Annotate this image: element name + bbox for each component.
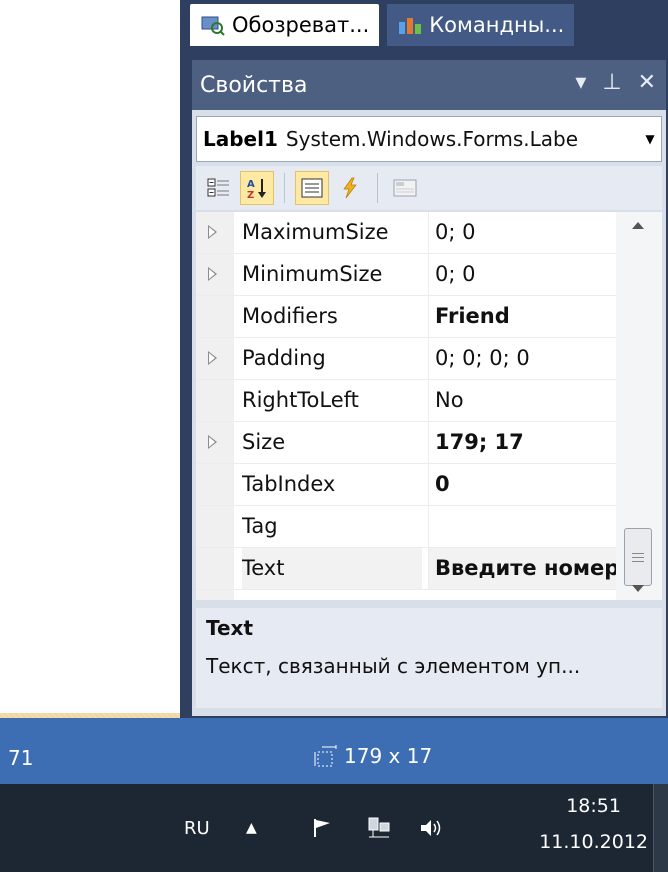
property-row-modifiers[interactable]: Modifiers Friend xyxy=(196,296,616,338)
property-value[interactable]: 0; 0 xyxy=(428,212,616,253)
network-button[interactable] xyxy=(366,784,392,872)
dropdown-arrow-icon[interactable]: ▾ xyxy=(575,70,586,95)
categorized-icon xyxy=(207,178,229,197)
language-indicator[interactable]: RU xyxy=(184,784,210,872)
property-name: Tag xyxy=(242,514,278,538)
size-dimensions-icon xyxy=(314,744,338,768)
property-name: RightToLeft xyxy=(242,388,359,412)
property-value[interactable]: 0 xyxy=(428,464,616,505)
object-name: Label1 xyxy=(203,127,278,151)
property-name: TabIndex xyxy=(242,472,336,496)
property-name: MinimumSize xyxy=(242,262,383,286)
properties-view-button[interactable] xyxy=(295,171,329,205)
property-name: Text xyxy=(242,548,422,589)
categorized-button[interactable] xyxy=(202,171,236,205)
team-explorer-icon xyxy=(397,14,423,36)
property-row-padding[interactable]: Padding 0; 0; 0; 0 xyxy=(196,338,616,380)
property-row-maximumsize[interactable]: MaximumSize 0; 0 xyxy=(196,212,616,254)
property-name: MaximumSize xyxy=(242,220,389,244)
pin-icon[interactable]: ⊥ xyxy=(602,70,621,95)
property-name: Modifiers xyxy=(242,304,338,328)
status-bar: 71 179 x 17 xyxy=(0,718,668,784)
expand-arrow-icon[interactable] xyxy=(208,225,217,239)
status-size: 179 x 17 xyxy=(314,744,432,768)
windows-taskbar: RU ▲ 18:51 11.10.2012 xyxy=(0,784,668,872)
action-center-button[interactable] xyxy=(310,784,336,872)
volume-button[interactable] xyxy=(418,784,444,872)
tab-solution-explorer[interactable]: Обозреват... xyxy=(190,4,380,46)
tool-window-tabs: Обозреват... Командны... xyxy=(190,4,575,46)
property-row-minimumsize[interactable]: MinimumSize 0; 0 xyxy=(196,254,616,296)
language-label: RU xyxy=(184,817,210,839)
clock-time: 18:51 xyxy=(566,795,621,817)
system-clock[interactable]: 18:51 11.10.2012 xyxy=(539,788,648,860)
show-hidden-icons-button[interactable]: ▲ xyxy=(246,784,257,872)
properties-window: Свойства ▾ ⊥ ✕ Label1 System.Windows.For… xyxy=(192,60,666,716)
network-icon xyxy=(366,815,392,841)
svg-text:Z: Z xyxy=(247,190,254,200)
properties-title-bar: Свойства ▾ ⊥ ✕ xyxy=(192,60,666,110)
sort-alphabetical-icon: A Z xyxy=(247,179,266,200)
alphabetical-button[interactable]: A Z xyxy=(240,171,274,205)
expand-arrow-icon[interactable] xyxy=(208,435,217,449)
description-title: Text xyxy=(206,616,254,640)
flag-icon xyxy=(310,815,336,841)
solution-explorer-icon xyxy=(200,14,226,36)
toolbar-separator xyxy=(377,173,378,203)
tab-label: Обозреват... xyxy=(232,13,370,37)
show-desktop-button[interactable] xyxy=(653,784,668,872)
property-value[interactable] xyxy=(428,506,616,547)
expand-arrow-icon[interactable] xyxy=(208,351,217,365)
property-value[interactable]: Friend xyxy=(428,296,616,337)
form-designer-surface[interactable] xyxy=(0,0,180,713)
object-selector[interactable]: Label1 System.Windows.Forms.Labe ▼ xyxy=(196,116,662,162)
status-size-text: 179 x 17 xyxy=(344,744,433,768)
properties-toolbar: A Z xyxy=(196,166,662,210)
property-value[interactable]: 0; 0; 0; 0 xyxy=(428,338,616,379)
toolbar-separator xyxy=(284,173,285,203)
property-name: Size xyxy=(242,430,286,454)
property-grid-scrollbar[interactable] xyxy=(616,212,662,600)
property-row-tabindex[interactable]: TabIndex 0 xyxy=(196,464,616,506)
property-pages-button[interactable] xyxy=(388,171,422,205)
svg-text:A: A xyxy=(247,179,255,190)
triangle-up-icon: ▲ xyxy=(246,820,257,836)
tab-team-explorer[interactable]: Командны... xyxy=(387,4,575,46)
property-row-tag[interactable]: Tag xyxy=(196,506,616,548)
speaker-icon xyxy=(418,815,444,841)
events-button[interactable] xyxy=(333,171,367,205)
object-type: System.Windows.Forms.Labe xyxy=(285,127,579,151)
property-name: Padding xyxy=(242,346,326,370)
screenshot-frame: Обозреват... Командны... Свойства ▾ ⊥ ✕ xyxy=(0,0,668,872)
clock-date: 11.10.2012 xyxy=(539,831,648,853)
close-icon[interactable]: ✕ xyxy=(638,70,656,95)
property-value[interactable]: 0; 0 xyxy=(428,254,616,295)
description-panel: Text Текст, связанный с элементом уп... xyxy=(196,608,662,708)
description-text: Текст, связанный с элементом уп... xyxy=(206,654,581,678)
status-coordinate: 71 xyxy=(8,746,34,770)
property-row-size[interactable]: Size 179; 17 xyxy=(196,422,616,464)
properties-list-icon xyxy=(301,178,323,198)
property-row-text[interactable]: Text Введите номер xyxy=(196,548,616,590)
title-bar-buttons: ▾ ⊥ ✕ xyxy=(575,70,656,95)
tab-label: Командны... xyxy=(429,13,565,37)
property-value[interactable]: 179; 17 xyxy=(428,422,616,463)
chevron-down-icon[interactable]: ▼ xyxy=(639,117,661,161)
property-pages-icon xyxy=(393,179,417,197)
properties-title: Свойства xyxy=(200,72,308,98)
property-value[interactable]: No xyxy=(428,380,616,421)
property-row-righttoleft[interactable]: RightToLeft No xyxy=(196,380,616,422)
expand-arrow-icon[interactable] xyxy=(208,267,217,281)
property-grid: MaximumSize 0; 0 MinimumSize 0; 0 Modifi… xyxy=(196,212,662,600)
lightning-icon xyxy=(343,177,357,199)
scrollbar-thumb[interactable] xyxy=(624,528,652,586)
property-value[interactable]: Введите номер xyxy=(428,548,616,589)
scroll-down-icon[interactable] xyxy=(632,585,644,592)
scroll-up-icon[interactable] xyxy=(632,222,644,229)
